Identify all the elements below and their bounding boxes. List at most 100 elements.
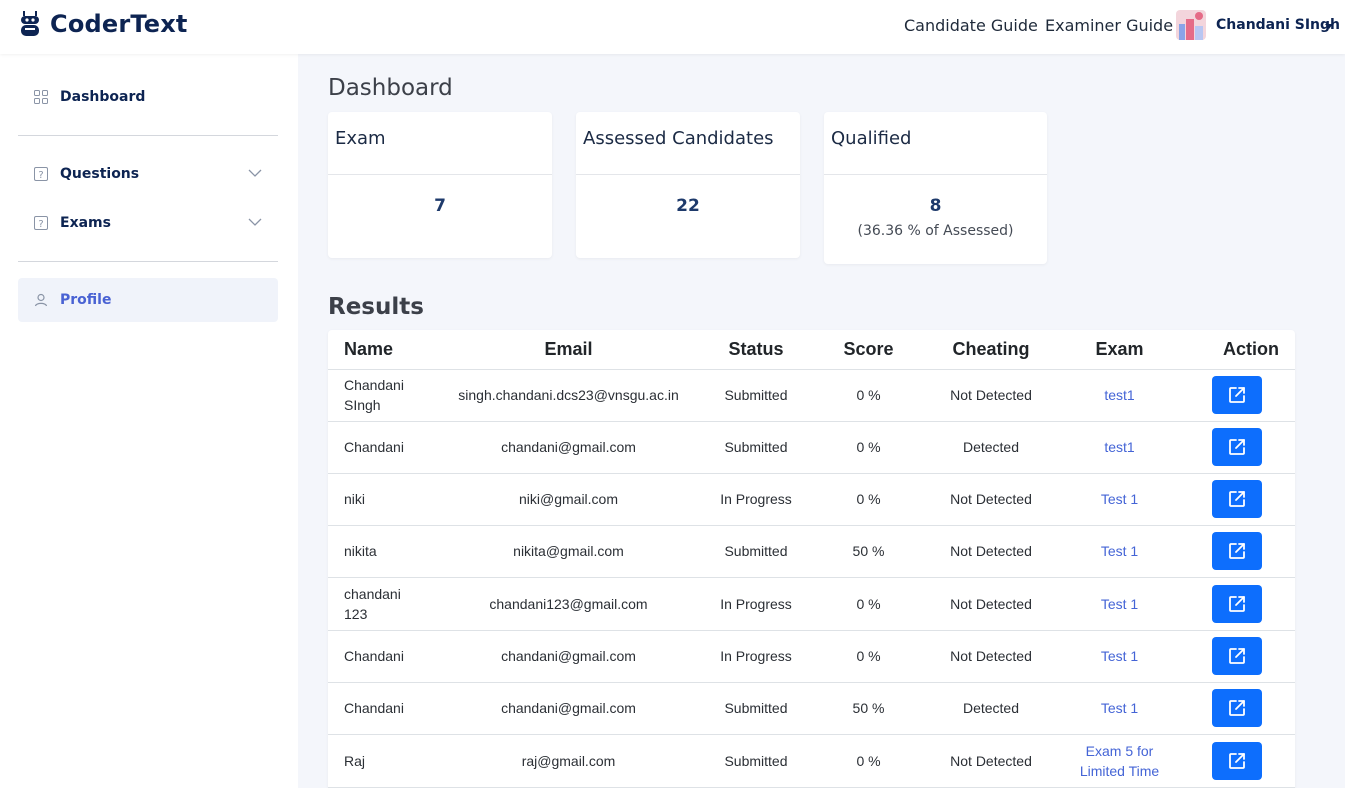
candidate-name: Chandani xyxy=(344,439,404,455)
nav-candidate-guide[interactable]: Candidate Guide xyxy=(904,16,1038,35)
open-result-button[interactable] xyxy=(1212,428,1262,466)
card-title: Assessed Candidates xyxy=(576,112,800,175)
external-link-icon xyxy=(1229,439,1245,455)
exam-link[interactable]: Test 1 xyxy=(1101,541,1138,561)
avatar[interactable] xyxy=(1176,10,1206,40)
card-value: 22 xyxy=(676,196,700,216)
page-title: Dashboard xyxy=(328,75,453,101)
cell-name: Chandani xyxy=(328,421,440,474)
card-value: 8 xyxy=(929,196,942,216)
exam-link[interactable]: test1 xyxy=(1104,437,1134,457)
card-title: Exam xyxy=(328,112,552,175)
cell-action xyxy=(1179,734,1295,788)
open-result-button[interactable] xyxy=(1212,532,1262,570)
exam-link[interactable]: Test 1 xyxy=(1101,698,1138,718)
question-box-icon: ? xyxy=(34,167,48,181)
column-header-status: Status xyxy=(697,330,815,370)
sidebar-item-label: Questions xyxy=(60,166,140,182)
cell-exam: test1 xyxy=(1060,369,1179,422)
cell-status: Submitted xyxy=(697,525,815,578)
cell-email: chandani123@gmail.com xyxy=(440,577,697,631)
nav-examiner-guide[interactable]: Examiner Guide xyxy=(1045,16,1173,35)
column-header-cheating: Cheating xyxy=(922,330,1060,370)
cell-action xyxy=(1179,577,1295,631)
candidate-name: chandani 123 xyxy=(344,585,401,622)
cell-email: chandani@gmail.com xyxy=(440,421,697,474)
sidebar-item-dashboard[interactable]: Dashboard xyxy=(18,75,278,119)
column-header-action: Action xyxy=(1179,330,1295,370)
open-result-button[interactable] xyxy=(1212,637,1262,675)
column-header-email: Email xyxy=(440,330,697,370)
svg-text:?: ? xyxy=(38,219,43,230)
coder-robot-icon xyxy=(21,11,39,36)
cell-status: In Progress xyxy=(697,473,815,526)
cell-action xyxy=(1179,525,1295,578)
results-title: Results xyxy=(328,294,424,320)
sidebar-divider xyxy=(18,261,278,262)
cell-name: Raj xyxy=(328,734,440,788)
cell-status: Submitted xyxy=(697,421,815,474)
sidebar-item-profile[interactable]: Profile xyxy=(18,278,278,322)
external-link-icon xyxy=(1229,700,1245,716)
cell-name: nikita xyxy=(328,525,440,578)
table-row: chandani 123 chandani123@gmail.com In Prog… xyxy=(328,577,1295,631)
exam-link[interactable]: Exam 5 for Limited Time xyxy=(1072,741,1168,781)
sidebar-item-label: Dashboard xyxy=(60,89,146,105)
cell-action xyxy=(1179,630,1295,683)
cell-score: 0 % xyxy=(815,577,922,631)
grid-icon xyxy=(34,90,48,104)
sidebar-item-label: Profile xyxy=(60,292,112,308)
cell-status: Submitted xyxy=(697,369,815,422)
sidebar-item-questions[interactable]: ? Questions xyxy=(18,152,278,196)
cell-cheating: Not Detected xyxy=(922,577,1060,631)
cell-email: raj@gmail.com xyxy=(440,734,697,788)
stat-card-qualified: Qualified 8 (36.36 % of Assessed) xyxy=(824,112,1047,264)
cell-score: 0 % xyxy=(815,421,922,474)
brand-logo[interactable]: CoderText xyxy=(20,10,188,38)
cell-score: 0 % xyxy=(815,630,922,683)
chevron-down-icon[interactable] xyxy=(248,168,262,178)
cell-status: In Progress xyxy=(697,577,815,631)
external-link-icon xyxy=(1229,595,1245,612)
table-row: Chandani chandani@gmail.com Submitted 50 % D… xyxy=(328,682,1295,735)
cell-exam: Test 1 xyxy=(1060,630,1179,683)
cell-cheating: Detected xyxy=(922,682,1060,735)
open-result-button[interactable] xyxy=(1212,376,1262,414)
chevron-down-icon[interactable] xyxy=(248,217,262,227)
exam-link[interactable]: Test 1 xyxy=(1101,646,1138,666)
candidate-name: Chandani xyxy=(344,700,404,716)
open-result-button[interactable] xyxy=(1212,480,1262,518)
open-result-button[interactable] xyxy=(1212,584,1262,623)
sidebar-item-exams[interactable]: ? Exams xyxy=(18,201,278,245)
open-result-button[interactable] xyxy=(1212,741,1262,780)
column-header-exam: Exam xyxy=(1060,330,1179,370)
stat-card-exam: Exam 7 xyxy=(328,112,552,258)
user-icon xyxy=(34,293,48,307)
card-subtext: (36.36 % of Assessed) xyxy=(857,223,1014,239)
external-link-icon xyxy=(1229,491,1245,507)
cell-name: Chandani SIngh xyxy=(328,369,440,422)
exam-link[interactable]: Test 1 xyxy=(1101,594,1138,614)
card-title: Qualified xyxy=(824,112,1047,175)
table-row: niki niki@gmail.com In Progress 0 % Not Dete… xyxy=(328,473,1295,526)
card-value: 7 xyxy=(434,196,446,216)
candidate-name: niki xyxy=(344,491,366,507)
cell-action xyxy=(1179,473,1295,526)
cell-score: 50 % xyxy=(815,525,922,578)
exam-link[interactable]: Test 1 xyxy=(1101,489,1138,509)
sidebar: Dashboard ? Questions ? Exams Profile xyxy=(0,54,298,788)
user-menu-name[interactable]: Chandani SIngh xyxy=(1216,17,1340,33)
open-result-button[interactable] xyxy=(1212,689,1262,727)
sidebar-divider xyxy=(18,135,278,136)
cell-status: Submitted xyxy=(697,734,815,788)
external-link-icon xyxy=(1229,387,1245,403)
cell-cheating: Not Detected xyxy=(922,369,1060,422)
cell-cheating: Not Detected xyxy=(922,473,1060,526)
exam-link[interactable]: test1 xyxy=(1104,385,1134,405)
chevron-down-icon[interactable] xyxy=(1325,24,1333,29)
external-link-icon xyxy=(1229,752,1245,769)
results-table: Name Email Status Score Cheating Exam Ac… xyxy=(328,330,1295,788)
cell-action xyxy=(1179,421,1295,474)
candidate-name: Chandani SIngh xyxy=(344,377,404,413)
cell-email: niki@gmail.com xyxy=(440,473,697,526)
